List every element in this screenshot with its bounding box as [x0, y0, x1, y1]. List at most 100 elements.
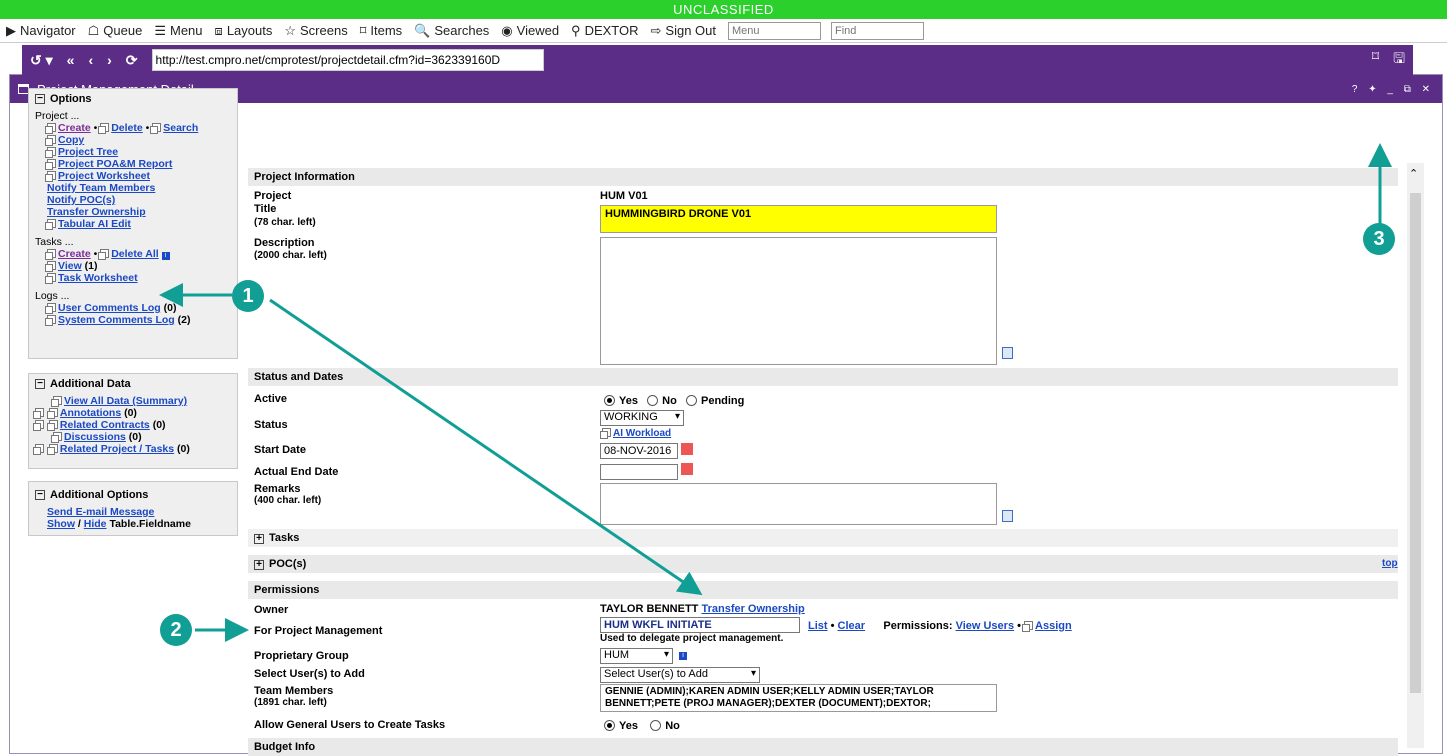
ai-workload-link[interactable]: AI Workload: [613, 428, 671, 439]
select-users-select[interactable]: Select User(s) to Add ▾: [600, 667, 760, 683]
allow-yes-radio[interactable]: [604, 720, 615, 731]
system-comments-log-link[interactable]: System Comments Log: [58, 314, 175, 326]
poam-report-link[interactable]: Project POA&M Report: [58, 158, 172, 170]
description-textarea[interactable]: [600, 237, 997, 365]
top-link[interactable]: top: [1382, 558, 1398, 569]
team-members-textarea[interactable]: GENNIE (ADMIN);KAREN ADMIN USER;KELLY AD…: [600, 684, 997, 712]
main-scrollbar[interactable]: ⌃: [1407, 163, 1424, 748]
history-icon[interactable]: ↺ ▾: [30, 52, 53, 69]
related-projects-link[interactable]: Related Project / Tasks: [60, 443, 174, 455]
poc-header[interactable]: + POC(s): [248, 555, 1398, 573]
project-worksheet-link[interactable]: Project Worksheet: [58, 170, 150, 182]
nav-items[interactable]: ⌑ Items: [360, 23, 402, 39]
show-link[interactable]: Show: [47, 518, 75, 530]
project-search-link[interactable]: Search: [163, 122, 198, 134]
assign-link[interactable]: Assign: [1035, 620, 1072, 632]
expand-icon[interactable]: +: [254, 534, 264, 544]
collapse-icon[interactable]: −: [35, 94, 45, 104]
task-delete-all-link[interactable]: Delete All: [111, 248, 158, 260]
nav-queue[interactable]: ☖ Queue: [88, 23, 143, 39]
project-delete-link[interactable]: Delete: [111, 122, 143, 134]
find-input[interactable]: [831, 21, 925, 40]
notepad-icon[interactable]: [1002, 347, 1013, 359]
first-icon[interactable]: «: [67, 52, 75, 68]
nav-user[interactable]: ⚲ DEXTOR: [571, 23, 638, 39]
bookmark-icon[interactable]: ⌑: [1372, 48, 1379, 72]
discussions-link[interactable]: Discussions: [64, 431, 126, 443]
copy-icon: [1022, 621, 1034, 632]
scroll-thumb[interactable]: [1410, 193, 1421, 693]
end-date-input[interactable]: [600, 464, 678, 480]
poc-header-label: POC(s): [269, 558, 307, 570]
tasks-header[interactable]: + Tasks: [248, 529, 1398, 547]
doc-icon: [33, 420, 44, 431]
forward-icon[interactable]: ›: [107, 52, 112, 68]
url-field[interactable]: http://test.cmpro.net/cmprotest/projectd…: [151, 49, 544, 71]
nav-screens[interactable]: ☆ Screens: [284, 23, 347, 39]
active-pending-radio[interactable]: [685, 395, 697, 406]
nav-sign-out[interactable]: ⇨ Sign Out: [651, 23, 717, 39]
task-create-link[interactable]: Create: [58, 248, 91, 260]
clear-link[interactable]: Clear: [838, 620, 866, 632]
nav-layouts[interactable]: ⧈ Layouts: [215, 23, 273, 39]
task-worksheet-link[interactable]: Task Worksheet: [58, 272, 138, 284]
nav-searches[interactable]: 🔍 Searches: [414, 23, 489, 39]
system-log-count: (2): [177, 314, 191, 326]
save-icon[interactable]: 🖫: [1393, 48, 1405, 72]
view-all-data-link[interactable]: View All Data (Summary): [64, 395, 187, 407]
allow-no-radio[interactable]: [650, 720, 662, 731]
menu-search-input[interactable]: [728, 21, 822, 40]
info-icon[interactable]: i: [161, 252, 170, 260]
annotations-count: (0): [124, 407, 137, 419]
copy-icon: [45, 219, 56, 230]
send-email-link[interactable]: Send E-mail Message: [47, 506, 154, 518]
start-date-label: Start Date: [254, 444, 306, 456]
collapse-icon[interactable]: −: [35, 490, 45, 500]
collapse-icon[interactable]: −: [35, 379, 45, 389]
transfer-ownership-link[interactable]: Transfer Ownership: [47, 206, 146, 218]
calendar-icon[interactable]: [681, 443, 693, 455]
scroll-up-icon[interactable]: ⌃: [1409, 167, 1418, 180]
calendar-icon[interactable]: [681, 463, 693, 475]
title-textarea[interactable]: HUMMINGBIRD DRONE V01: [600, 205, 997, 233]
list-link[interactable]: List: [808, 620, 828, 632]
task-view-link[interactable]: View: [58, 260, 82, 272]
nav-label: Queue: [103, 23, 143, 38]
active-no-radio[interactable]: [647, 395, 659, 406]
view-users-link[interactable]: View Users: [956, 620, 1015, 632]
nav-label: Searches: [434, 23, 490, 38]
back-icon[interactable]: ‹: [88, 52, 93, 68]
items-icon: ⌑: [359, 22, 367, 38]
nav-menu[interactable]: ☰ Menu: [154, 23, 202, 39]
annotations-link[interactable]: Annotations: [60, 407, 121, 419]
notify-poc-link[interactable]: Notify POC(s): [47, 194, 115, 206]
layouts-icon: ⧈: [214, 22, 223, 38]
notify-team-link[interactable]: Notify Team Members: [47, 182, 155, 194]
hide-link[interactable]: Hide: [84, 518, 107, 530]
additional-options-title: Additional Options: [50, 489, 149, 501]
copy-icon: [45, 315, 56, 326]
start-date-input[interactable]: 08-NOV-2016: [600, 443, 678, 459]
refresh-icon[interactable]: ⟳: [126, 52, 138, 69]
for-pm-input[interactable]: HUM WKFL INITIATE: [600, 617, 800, 633]
notepad-icon[interactable]: [1002, 510, 1013, 522]
project-value: HUM V01: [600, 190, 648, 202]
info-icon[interactable]: i: [679, 652, 687, 660]
remarks-textarea[interactable]: [600, 483, 997, 525]
tabular-ai-edit-link[interactable]: Tabular AI Edit: [58, 218, 131, 230]
project-create-link[interactable]: Create: [58, 122, 91, 134]
copy-icon: [45, 261, 56, 272]
user-comments-log-link[interactable]: User Comments Log: [58, 302, 161, 314]
prop-group-select[interactable]: HUM ▾: [600, 648, 673, 664]
transfer-ownership-link[interactable]: Transfer Ownership: [701, 603, 804, 615]
project-tree-link[interactable]: Project Tree: [58, 146, 118, 158]
nav-viewed[interactable]: ◉ Viewed: [501, 23, 559, 39]
related-contracts-link[interactable]: Related Contracts: [60, 419, 150, 431]
copy-link[interactable]: Copy: [58, 134, 84, 146]
nav-navigator[interactable]: ▶ Navigator: [6, 23, 76, 39]
expand-icon[interactable]: +: [254, 560, 264, 570]
status-select[interactable]: WORKING ▾: [600, 410, 684, 426]
title-chars-left: (78 char. left): [254, 217, 316, 228]
additional-options-panel: − Additional Options Send E-mail Message …: [28, 481, 238, 536]
active-yes-radio[interactable]: [604, 395, 615, 406]
